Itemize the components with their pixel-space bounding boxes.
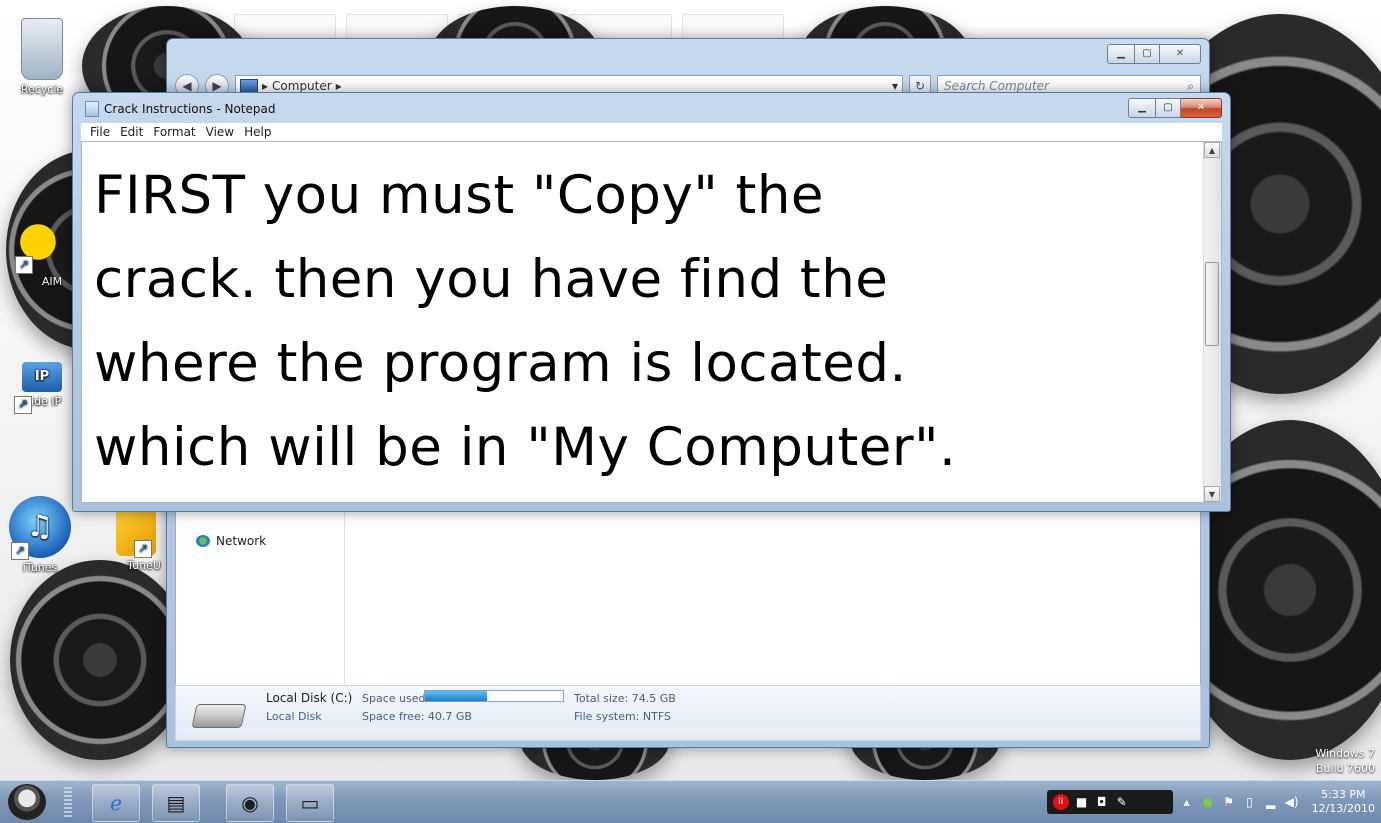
maximize-button[interactable]: ▢ <box>1156 98 1181 118</box>
search-placeholder: Search Computer <box>944 79 1049 93</box>
action-center-flag-icon[interactable]: ⚑ <box>1222 795 1236 809</box>
recorder-toolbar[interactable]: II ■ ◘ ✎ <box>1046 790 1173 814</box>
stop-icon[interactable]: ■ <box>1075 795 1089 809</box>
draw-icon[interactable]: ✎ <box>1115 795 1129 809</box>
shortcut-arrow-icon: ↗ <box>11 542 29 560</box>
taskbar-media-player[interactable]: ◉ <box>226 784 274 822</box>
taskbar: ℯ ▤ ◉ ▭ II ■ ◘ ✎ ▴ ● ⚑ ▯ ▂ ◀) 5:33 PM 12… <box>0 780 1381 823</box>
menu-view[interactable]: View <box>201 125 239 139</box>
address-breadcrumb[interactable]: Computer <box>272 79 332 93</box>
minimize-button[interactable]: ▁ <box>1107 44 1135 64</box>
drive-type: Local Disk <box>266 710 322 723</box>
desktop-icon-recycle-bin[interactable]: Recycle <box>10 18 74 96</box>
clock-date: 12/13/2010 <box>1311 802 1375 815</box>
show-hidden-icons-icon[interactable]: ▴ <box>1180 795 1194 809</box>
desktop-icon-label: iTunes <box>22 561 58 574</box>
close-button[interactable]: ✕ <box>1160 44 1201 64</box>
vertical-scrollbar[interactable]: ▲ ▼ <box>1203 142 1221 502</box>
taskbar-notepad[interactable]: ▤ <box>152 784 200 822</box>
details-pane: Local Disk (C:) Local Disk Space used: S… <box>175 685 1201 741</box>
hard-drive-icon <box>191 704 247 728</box>
desktop-icon-aim[interactable]: ↗ AIM <box>6 222 70 288</box>
text-editor[interactable]: FIRST you must "Copy" the crack. then yo… <box>81 141 1222 503</box>
close-button[interactable]: ✕ <box>1181 98 1222 118</box>
clock-time: 5:33 PM <box>1321 788 1366 801</box>
taskbar-windows-explorer[interactable]: ▭ <box>286 784 334 822</box>
explorer-caption-buttons: ▁ ▢ ✕ <box>1107 44 1201 64</box>
total-size: Total size: 74.5 GB <box>574 692 676 705</box>
desktop-icon-label: Recycle <box>20 83 64 96</box>
menu-file[interactable]: File <box>85 125 115 139</box>
space-used-fill <box>425 691 488 701</box>
shortcut-arrow-icon: ↗ <box>14 396 32 414</box>
scroll-up-button[interactable]: ▲ <box>1204 142 1220 158</box>
maximize-button[interactable]: ▢ <box>1135 44 1160 64</box>
aim-icon: ↗ <box>13 222 63 274</box>
itunes-icon: ♫ ↗ <box>9 496 71 560</box>
folder-icon: ▭ <box>300 791 320 815</box>
wallpaper-speaker <box>10 560 190 760</box>
recycle-bin-icon <box>21 18 63 80</box>
device-icon[interactable]: ▯ <box>1243 795 1257 809</box>
clock[interactable]: 5:33 PM 12/13/2010 <box>1312 788 1375 816</box>
desktop-icon-label: AIM <box>41 275 63 288</box>
security-icon[interactable]: ● <box>1201 795 1215 809</box>
volume-icon[interactable]: ◀) <box>1285 795 1299 809</box>
notepad-window[interactable]: Crack Instructions - Notepad ▁ ▢ ✕ File … <box>72 92 1231 512</box>
scroll-down-button[interactable]: ▼ <box>1204 486 1220 502</box>
chevron-down-icon[interactable]: ▾ <box>892 79 898 93</box>
space-used-label: Space used: <box>362 692 430 705</box>
menu-format[interactable]: Format <box>148 125 200 139</box>
notepad-titlebar[interactable]: Crack Instructions - Notepad <box>85 101 275 117</box>
windows-watermark: Windows 7 Build 7600 <box>1315 746 1375 776</box>
notepad-icon: ▤ <box>166 791 186 815</box>
notepad-icon <box>85 101 99 117</box>
start-button[interactable] <box>8 784 46 820</box>
network-signal-icon[interactable]: ▂ <box>1264 795 1278 809</box>
camera-icon[interactable]: ◘ <box>1095 795 1109 809</box>
menu-bar: File Edit Format View Help <box>81 123 1222 142</box>
desktop-icon-hide-ip[interactable]: IP ↗ Hide IP <box>10 340 74 414</box>
watermark-line: Build 7600 <box>1315 762 1375 775</box>
chevron-right-icon: ▸ <box>335 79 342 93</box>
chevron-right-icon: ▸ <box>262 79 269 93</box>
shortcut-arrow-icon: ↗ <box>134 540 152 558</box>
network-icon <box>196 535 210 547</box>
window-title: Crack Instructions - Notepad <box>104 102 276 116</box>
system-tray: II ■ ◘ ✎ ▴ ● ⚑ ▯ ▂ ◀) 5:33 PM 12/13/2010 <box>1046 785 1375 819</box>
taskbar-internet-explorer[interactable]: ℯ <box>92 784 140 822</box>
taskbar-grip <box>64 787 72 817</box>
menu-help[interactable]: Help <box>239 125 276 139</box>
minimize-button[interactable]: ▁ <box>1128 98 1156 118</box>
desktop-icon-itunes[interactable]: ♫ ↗ iTunes <box>8 496 72 574</box>
internet-explorer-icon: ℯ <box>110 791 122 815</box>
nav-item-label: Network <box>216 534 267 548</box>
document-text[interactable]: FIRST you must "Copy" the crack. then yo… <box>94 154 1189 490</box>
file-system: File system: NTFS <box>574 710 671 723</box>
record-pause-icon[interactable]: II <box>1052 794 1069 810</box>
space-free: Space free: 40.7 GB <box>362 710 472 723</box>
nav-item-network[interactable]: Network <box>196 534 266 548</box>
hide-ip-icon: IP ↗ <box>14 362 62 414</box>
shortcut-arrow-icon: ↗ <box>15 256 33 274</box>
watermark-line: Windows 7 <box>1315 747 1375 760</box>
computer-icon <box>240 79 258 93</box>
menu-edit[interactable]: Edit <box>115 125 148 139</box>
scroll-thumb[interactable] <box>1205 262 1219 346</box>
notepad-caption-buttons: ▁ ▢ ✕ <box>1128 98 1222 118</box>
media-player-icon: ◉ <box>241 791 259 815</box>
desktop-icon-label: TuneU <box>127 559 161 572</box>
space-used-bar <box>424 690 564 702</box>
drive-name: Local Disk (C:) <box>266 691 353 705</box>
